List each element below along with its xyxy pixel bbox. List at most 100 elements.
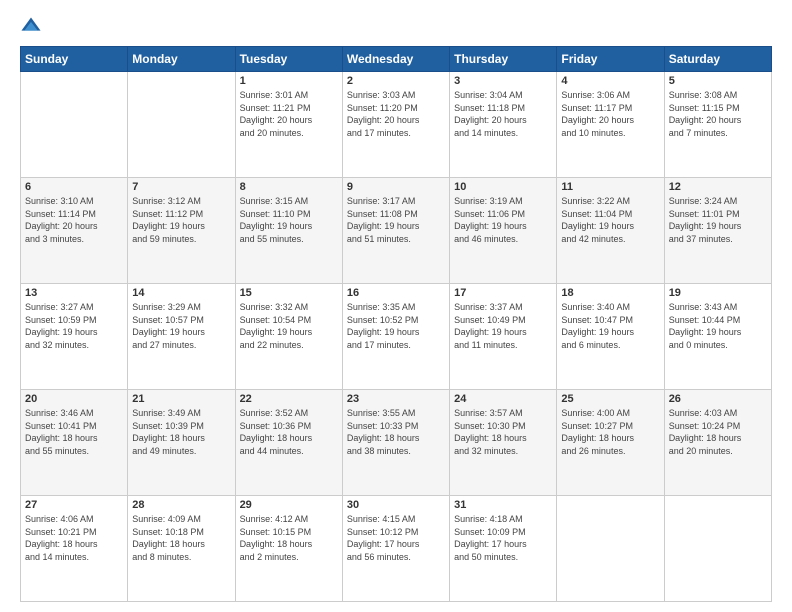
weekday-header-thursday: Thursday: [450, 47, 557, 72]
day-cell: 28Sunrise: 4:09 AM Sunset: 10:18 PM Dayl…: [128, 496, 235, 602]
day-cell: 31 Sunrise: 4:18 AM Sunset: 10:09 PM Dayl…: [450, 496, 557, 602]
day-number: 14: [132, 287, 230, 299]
day-info: Sunrise: 3:52 AM Sunset: 10:36 PM Daylig…: [240, 407, 338, 457]
week-row-3: 13 Sunrise: 3:27 AM Sunset: 10:59 PM Dayl…: [21, 284, 772, 390]
day-cell: 8 Sunrise: 3:15 AM Sunset: 11:10 PM Dayli…: [235, 178, 342, 284]
day-info: Sunrise: 3:57 AM Sunset: 10:30 PM Daylig…: [454, 407, 552, 457]
day-number: 7: [132, 181, 230, 193]
day-cell: 23Sunrise: 3:55 AM Sunset: 10:33 PM Dayl…: [342, 390, 449, 496]
day-number: 31: [454, 499, 552, 511]
day-cell: [557, 496, 664, 602]
day-info: Sunrise: 3:43 AM Sunset: 10:44 PM Daylig…: [669, 301, 767, 351]
day-info: Sunrise: 3:40 AM Sunset: 10:47 PM Daylig…: [561, 301, 659, 351]
day-number: 13: [25, 287, 123, 299]
day-number: 23: [347, 393, 445, 405]
day-cell: 20 Sunrise: 3:46 AM Sunset: 10:41 PM Dayl…: [21, 390, 128, 496]
day-cell: 19Sunrise: 3:43 AM Sunset: 10:44 PM Dayl…: [664, 284, 771, 390]
day-cell: 13 Sunrise: 3:27 AM Sunset: 10:59 PM Dayl…: [21, 284, 128, 390]
day-number: 12: [669, 181, 767, 193]
week-row-5: 27 Sunrise: 4:06 AM Sunset: 10:21 PM Dayl…: [21, 496, 772, 602]
day-info: Sunrise: 3:03 AM Sunset: 11:20 PM Daylig…: [347, 89, 445, 139]
logo-icon: [20, 16, 42, 38]
logo: [20, 16, 46, 38]
day-info: Sunrise: 4:06 AM Sunset: 10:21 PM Daylig…: [25, 513, 123, 563]
day-cell: 2 Sunrise: 3:03 AM Sunset: 11:20 PM Dayli…: [342, 72, 449, 178]
day-info: Sunrise: 4:12 AM Sunset: 10:15 PM Daylig…: [240, 513, 338, 563]
day-cell: 29Sunrise: 4:12 AM Sunset: 10:15 PM Dayl…: [235, 496, 342, 602]
day-cell: 9 Sunrise: 3:17 AM Sunset: 11:08 PM Dayli…: [342, 178, 449, 284]
day-number: 18: [561, 287, 659, 299]
day-number: 8: [240, 181, 338, 193]
day-number: 26: [669, 393, 767, 405]
day-cell: 1 Sunrise: 3:01 AM Sunset: 11:21 PM Dayli…: [235, 72, 342, 178]
day-info: Sunrise: 3:27 AM Sunset: 10:59 PM Daylig…: [25, 301, 123, 351]
day-number: 15: [240, 287, 338, 299]
day-cell: 17 Sunrise: 3:37 AM Sunset: 10:49 PM Dayl…: [450, 284, 557, 390]
day-cell: 11 Sunrise: 3:22 AM Sunset: 11:04 PM Dayl…: [557, 178, 664, 284]
day-cell: 5Sunrise: 3:08 AM Sunset: 11:15 PM Dayli…: [664, 72, 771, 178]
day-number: 2: [347, 75, 445, 87]
day-number: 11: [561, 181, 659, 193]
day-number: 1: [240, 75, 338, 87]
day-number: 28: [132, 499, 230, 511]
header: [20, 16, 772, 38]
day-info: Sunrise: 4:15 AM Sunset: 10:12 PM Daylig…: [347, 513, 445, 563]
day-number: 22: [240, 393, 338, 405]
week-row-2: 6 Sunrise: 3:10 AM Sunset: 11:14 PM Dayli…: [21, 178, 772, 284]
day-number: 17: [454, 287, 552, 299]
week-row-4: 20 Sunrise: 3:46 AM Sunset: 10:41 PM Dayl…: [21, 390, 772, 496]
day-info: Sunrise: 3:10 AM Sunset: 11:14 PM Daylig…: [25, 195, 123, 245]
day-info: Sunrise: 3:24 AM Sunset: 11:01 PM Daylig…: [669, 195, 767, 245]
day-cell: 21 Sunrise: 3:49 AM Sunset: 10:39 PM Dayl…: [128, 390, 235, 496]
day-number: 20: [25, 393, 123, 405]
day-number: 6: [25, 181, 123, 193]
day-cell: 16 Sunrise: 3:35 AM Sunset: 10:52 PM Dayl…: [342, 284, 449, 390]
day-number: 30: [347, 499, 445, 511]
weekday-header-row: SundayMondayTuesdayWednesdayThursdayFrid…: [21, 47, 772, 72]
weekday-header-wednesday: Wednesday: [342, 47, 449, 72]
day-cell: 10 Sunrise: 3:19 AM Sunset: 11:06 PM Dayl…: [450, 178, 557, 284]
day-number: 5: [669, 75, 767, 87]
weekday-header-saturday: Saturday: [664, 47, 771, 72]
day-cell: [664, 496, 771, 602]
day-number: 3: [454, 75, 552, 87]
day-number: 27: [25, 499, 123, 511]
day-number: 10: [454, 181, 552, 193]
weekday-header-friday: Friday: [557, 47, 664, 72]
day-info: Sunrise: 4:18 AM Sunset: 10:09 PM Daylig…: [454, 513, 552, 563]
page: SundayMondayTuesdayWednesdayThursdayFrid…: [0, 0, 792, 612]
day-cell: 22 Sunrise: 3:52 AM Sunset: 10:36 PM Dayl…: [235, 390, 342, 496]
day-info: Sunrise: 3:22 AM Sunset: 11:04 PM Daylig…: [561, 195, 659, 245]
day-cell: 4Sunrise: 3:06 AM Sunset: 11:17 PM Dayli…: [557, 72, 664, 178]
day-info: Sunrise: 3:19 AM Sunset: 11:06 PM Daylig…: [454, 195, 552, 245]
day-number: 25: [561, 393, 659, 405]
day-info: Sunrise: 3:12 AM Sunset: 11:12 PM Daylig…: [132, 195, 230, 245]
day-cell: [128, 72, 235, 178]
day-number: 9: [347, 181, 445, 193]
day-cell: 26 Sunrise: 4:03 AM Sunset: 10:24 PM Dayl…: [664, 390, 771, 496]
day-cell: 18 Sunrise: 3:40 AM Sunset: 10:47 PM Dayl…: [557, 284, 664, 390]
weekday-header-sunday: Sunday: [21, 47, 128, 72]
calendar-table: SundayMondayTuesdayWednesdayThursdayFrid…: [20, 46, 772, 602]
day-info: Sunrise: 3:01 AM Sunset: 11:21 PM Daylig…: [240, 89, 338, 139]
day-info: Sunrise: 3:15 AM Sunset: 11:10 PM Daylig…: [240, 195, 338, 245]
day-number: 21: [132, 393, 230, 405]
day-cell: 3Sunrise: 3:04 AM Sunset: 11:18 PM Dayli…: [450, 72, 557, 178]
day-cell: 24Sunrise: 3:57 AM Sunset: 10:30 PM Dayl…: [450, 390, 557, 496]
weekday-header-tuesday: Tuesday: [235, 47, 342, 72]
day-info: Sunrise: 3:35 AM Sunset: 10:52 PM Daylig…: [347, 301, 445, 351]
day-info: Sunrise: 4:00 AM Sunset: 10:27 PM Daylig…: [561, 407, 659, 457]
day-cell: [21, 72, 128, 178]
day-info: Sunrise: 3:17 AM Sunset: 11:08 PM Daylig…: [347, 195, 445, 245]
day-info: Sunrise: 3:37 AM Sunset: 10:49 PM Daylig…: [454, 301, 552, 351]
day-cell: 14 Sunrise: 3:29 AM Sunset: 10:57 PM Dayl…: [128, 284, 235, 390]
day-info: Sunrise: 3:49 AM Sunset: 10:39 PM Daylig…: [132, 407, 230, 457]
week-row-1: 1 Sunrise: 3:01 AM Sunset: 11:21 PM Dayli…: [21, 72, 772, 178]
day-info: Sunrise: 3:29 AM Sunset: 10:57 PM Daylig…: [132, 301, 230, 351]
day-info: Sunrise: 3:06 AM Sunset: 11:17 PM Daylig…: [561, 89, 659, 139]
day-number: 16: [347, 287, 445, 299]
weekday-header-monday: Monday: [128, 47, 235, 72]
day-info: Sunrise: 4:03 AM Sunset: 10:24 PM Daylig…: [669, 407, 767, 457]
day-info: Sunrise: 3:46 AM Sunset: 10:41 PM Daylig…: [25, 407, 123, 457]
day-info: Sunrise: 3:32 AM Sunset: 10:54 PM Daylig…: [240, 301, 338, 351]
